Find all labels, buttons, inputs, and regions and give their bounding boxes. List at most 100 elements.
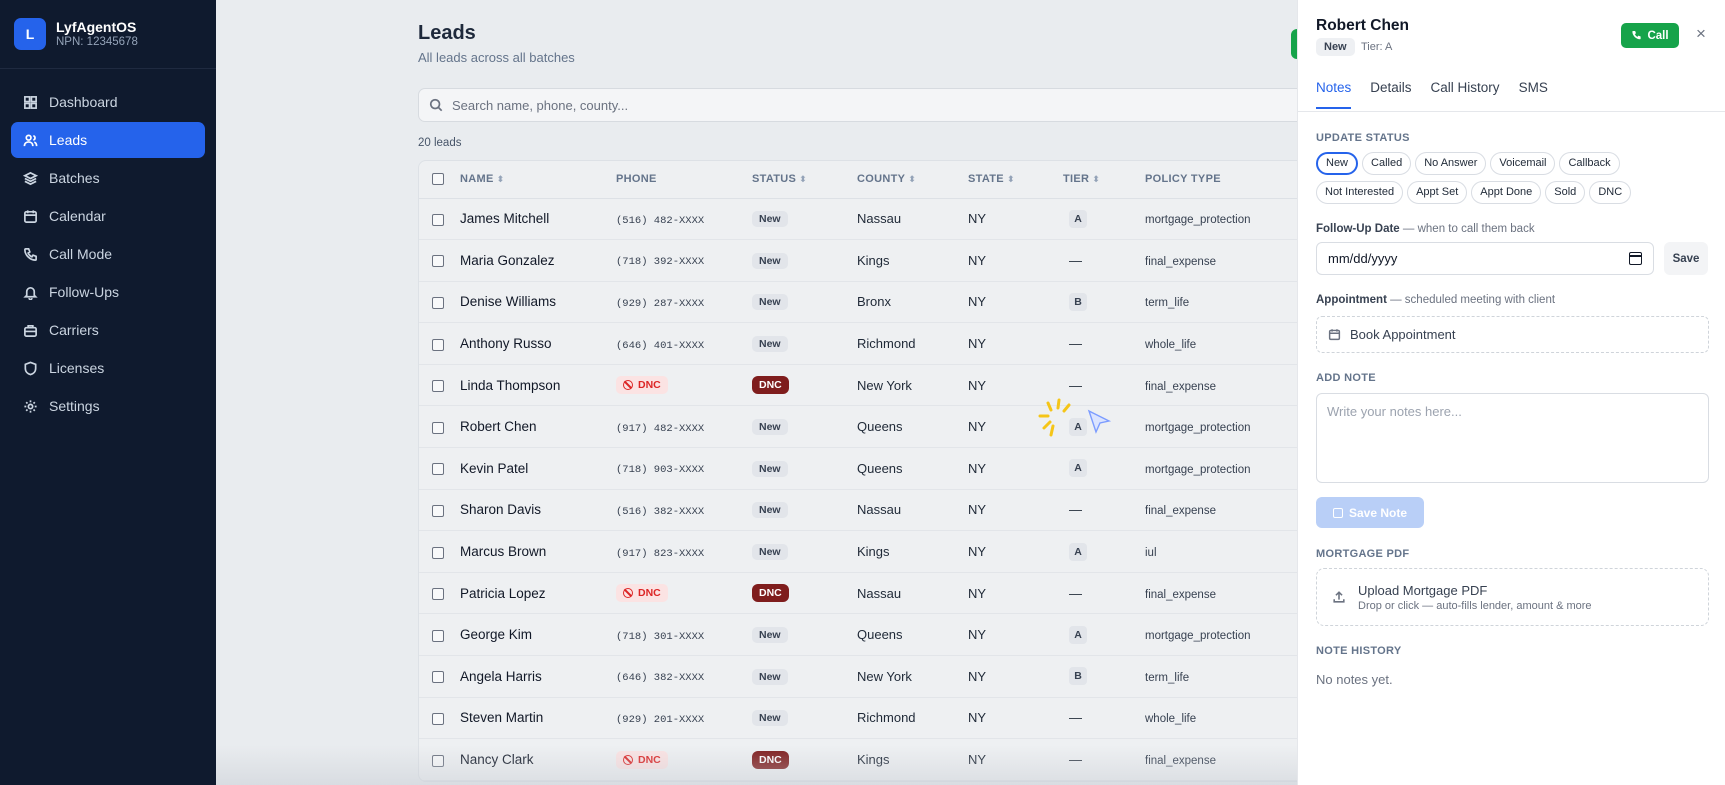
calendar-icon[interactable] [1629,252,1642,265]
drawer-lead-name: Robert Chen [1316,17,1409,34]
status-option-dnc[interactable]: DNC [1589,181,1632,204]
lead-count: 20 leads [418,137,462,149]
status-badge: New [752,252,788,269]
sidebar-item-call-mode[interactable]: Call Mode [11,236,205,272]
column-header-state[interactable]: STATE ⬍ [968,161,1063,199]
phone-cell: (718) 301-XXXX [616,613,752,657]
shield-icon [24,361,37,375]
briefcase-icon [24,324,37,337]
row-checkbox[interactable] [432,588,444,601]
state-cell: NY [968,738,1063,781]
lead-name: Linda Thompson [460,377,561,393]
table-row[interactable]: Kevin Patel (718) 903-XXXX New Queens NY Amor… [419,447,1297,490]
status-option-sold[interactable]: Sold [1545,181,1586,204]
sidebar-item-label: Settings [49,398,100,414]
row-checkbox[interactable] [432,421,444,434]
tab-details[interactable]: Details [1370,80,1411,109]
row-checkbox[interactable] [432,712,444,725]
status-option-callback[interactable]: Callback [1559,152,1620,175]
follow-up-date-input[interactable]: mm/dd/yyyy [1316,242,1654,275]
row-checkbox[interactable] [432,213,444,226]
column-header-name[interactable]: NAME ⬍ [460,161,616,199]
row-checkbox[interactable] [432,255,444,268]
phone-number: (516) 382-XXXX [616,505,705,518]
table-row[interactable]: George Kim (718) 301-XXXX New Queens NY Amort… [419,613,1297,657]
state-cell: NY [968,447,1063,490]
table-row[interactable]: Patricia Lopez DNC DNC Nassau NY — final_expen… [419,572,1297,615]
sidebar-item-calendar[interactable]: Calendar [11,198,205,234]
status-option-called[interactable]: Called [1362,152,1412,175]
row-checkbox-cell [419,322,460,365]
save-note-button[interactable]: Save Note [1316,497,1424,528]
sidebar-item-dashboard[interactable]: Dashboard [11,84,205,120]
tier-cell: — [1063,239,1145,282]
tab-sms[interactable]: SMS [1519,80,1548,109]
state-value: NY [968,460,987,476]
table-row[interactable]: Linda Thompson DNC DNC New York NY — final_exp… [419,364,1297,407]
row-checkbox[interactable] [432,546,444,559]
row-checkbox-cell [419,697,460,740]
policy-cell: mortgage_protection [1145,447,1297,490]
name-cell: Robert Chen [460,405,616,449]
row-checkbox[interactable] [432,463,444,476]
table-row[interactable]: Denise Williams (929) 287-XXXX New Bronx NY B… [419,281,1297,324]
table-row[interactable]: Robert Chen (917) 482-XXXX New Queens NY Amor… [419,405,1297,449]
search-input[interactable] [452,97,1252,113]
row-checkbox[interactable] [432,338,444,351]
row-checkbox-cell [419,655,460,698]
row-checkbox[interactable] [432,671,444,684]
county-value: Nassau [857,585,902,601]
sidebar-item-carriers[interactable]: Carriers [11,312,205,348]
status-option-new[interactable]: New [1316,152,1359,175]
status-option-no-answer[interactable]: No Answer [1415,152,1487,175]
column-label: POLICY TYPE [1145,173,1221,186]
close-icon[interactable]: × [1692,25,1710,43]
status-option-appt-set[interactable]: Appt Set [1407,181,1468,204]
status-option-appt-done[interactable]: Appt Done [1471,181,1542,204]
column-header-tier[interactable]: TIER ⬍ [1063,161,1145,199]
lead-name: Kevin Patel [460,460,529,476]
column-header-county[interactable]: COUNTY ⬍ [857,161,968,199]
select-all-checkbox[interactable] [432,173,444,186]
column-header-status[interactable]: STATUS ⬍ [752,161,857,199]
county-value: Bronx [857,294,891,310]
row-checkbox-cell [419,364,460,407]
sidebar-item-settings[interactable]: Settings [11,388,205,424]
note-textarea[interactable] [1316,393,1709,483]
lead-name: Sharon Davis [460,502,542,518]
row-checkbox[interactable] [432,754,444,767]
search-bar[interactable] [418,88,1297,122]
name-cell: Sharon Davis [460,489,616,532]
book-appointment-button[interactable]: Book Appointment [1316,316,1709,353]
table-row[interactable]: Sharon Davis (516) 382-XXXX New Nassau NY — fi… [419,489,1297,532]
mortgage-pdf-label: MORTGAGE PDF [1316,548,1410,560]
table-row[interactable]: Angela Harris (646) 382-XXXX New New York NY… [419,655,1297,698]
upload-mortgage-dropzone[interactable]: Upload Mortgage PDF Drop or click — auto… [1316,568,1709,626]
tab-call-history[interactable]: Call History [1431,80,1500,109]
table-row[interactable]: James Mitchell (516) 482-XXXX New Nassau NY A… [419,198,1297,241]
row-checkbox[interactable] [432,297,444,310]
table-row[interactable]: Maria Gonzalez (718) 392-XXXX New Kings NY — f… [419,239,1297,282]
sidebar-item-leads[interactable]: Leads [11,122,205,158]
county-value: Queens [857,419,903,435]
sidebar-item-batches[interactable]: Batches [11,160,205,196]
sidebar-item-licenses[interactable]: Licenses [11,350,205,386]
status-option-not-interested[interactable]: Not Interested [1316,181,1404,204]
phone-cell: (516) 382-XXXX [616,489,752,532]
county-cell: Queens [857,447,968,490]
tier-value: — [1069,336,1082,352]
table-row[interactable]: Nancy Clark DNC DNC Kings NY — final_expense [419,738,1297,781]
tab-notes[interactable]: Notes [1316,80,1352,109]
row-checkbox[interactable] [432,505,444,518]
row-checkbox[interactable] [432,629,444,642]
sort-icon: ⬍ [908,174,917,185]
sidebar-nav: Dashboard Leads Batches Calendar Call Mo… [0,69,216,424]
row-checkbox[interactable] [432,380,444,393]
table-row[interactable]: Steven Martin (929) 201-XXXX New Richmond NY… [419,697,1297,740]
table-row[interactable]: Marcus Brown (917) 823-XXXX New Kings NY Aiul [419,530,1297,573]
status-option-voicemail[interactable]: Voicemail [1490,152,1556,175]
save-follow-up-button[interactable]: Save [1664,242,1708,275]
table-row[interactable]: Anthony Russo (646) 401-XXXX New Richmond NY… [419,322,1297,365]
sidebar-item-follow-ups[interactable]: Follow-Ups [11,274,205,310]
call-button[interactable]: Call [1621,23,1679,48]
